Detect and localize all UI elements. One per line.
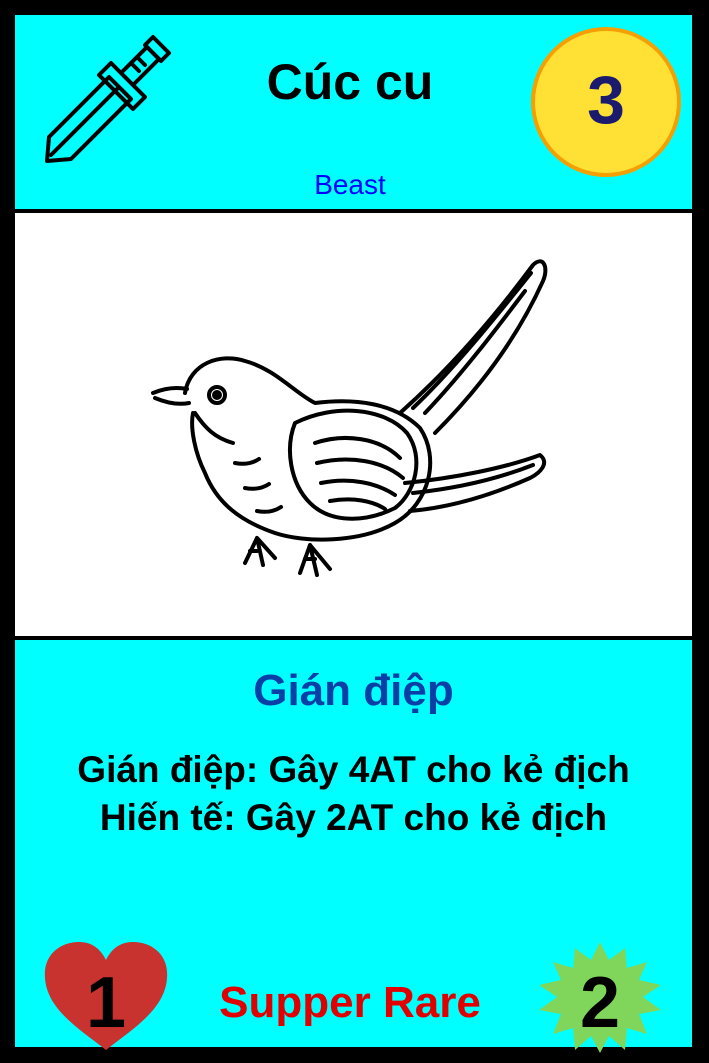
ability-line: Gián điệp: Gây 4AT cho kẻ địch	[77, 749, 630, 790]
attack-badge: 2	[535, 940, 665, 1055]
cost-badge: 3	[531, 27, 681, 177]
ability-line: Hiến tế: Gây 2AT cho kẻ địch	[99, 797, 608, 838]
ability-description: Gián điệp: Gây 4AT cho kẻ địch Hiến tế: …	[15, 746, 692, 842]
health-badge: 1	[41, 940, 171, 1055]
ability-title: Gián điệp	[253, 666, 454, 715]
attack-value: 2	[579, 963, 621, 1043]
rarity-label: Supper Rare	[219, 978, 481, 1027]
card-type: Beast	[314, 169, 386, 200]
card-name: Cúc cu	[266, 54, 434, 110]
game-card[interactable]: Cúc cu Beast 3 Gián điệp Gián điệp: Gây …	[0, 0, 709, 1063]
cuckoo-bird-illustration	[151, 259, 548, 577]
health-value: 1	[85, 963, 127, 1043]
card-art	[15, 213, 692, 636]
sword-icon	[45, 35, 171, 163]
card-body: Gián điệp Gián điệp: Gây 4AT cho kẻ địch…	[15, 640, 692, 1053]
card-header: Cúc cu Beast 3	[15, 15, 692, 209]
cost-value: 3	[587, 62, 625, 138]
